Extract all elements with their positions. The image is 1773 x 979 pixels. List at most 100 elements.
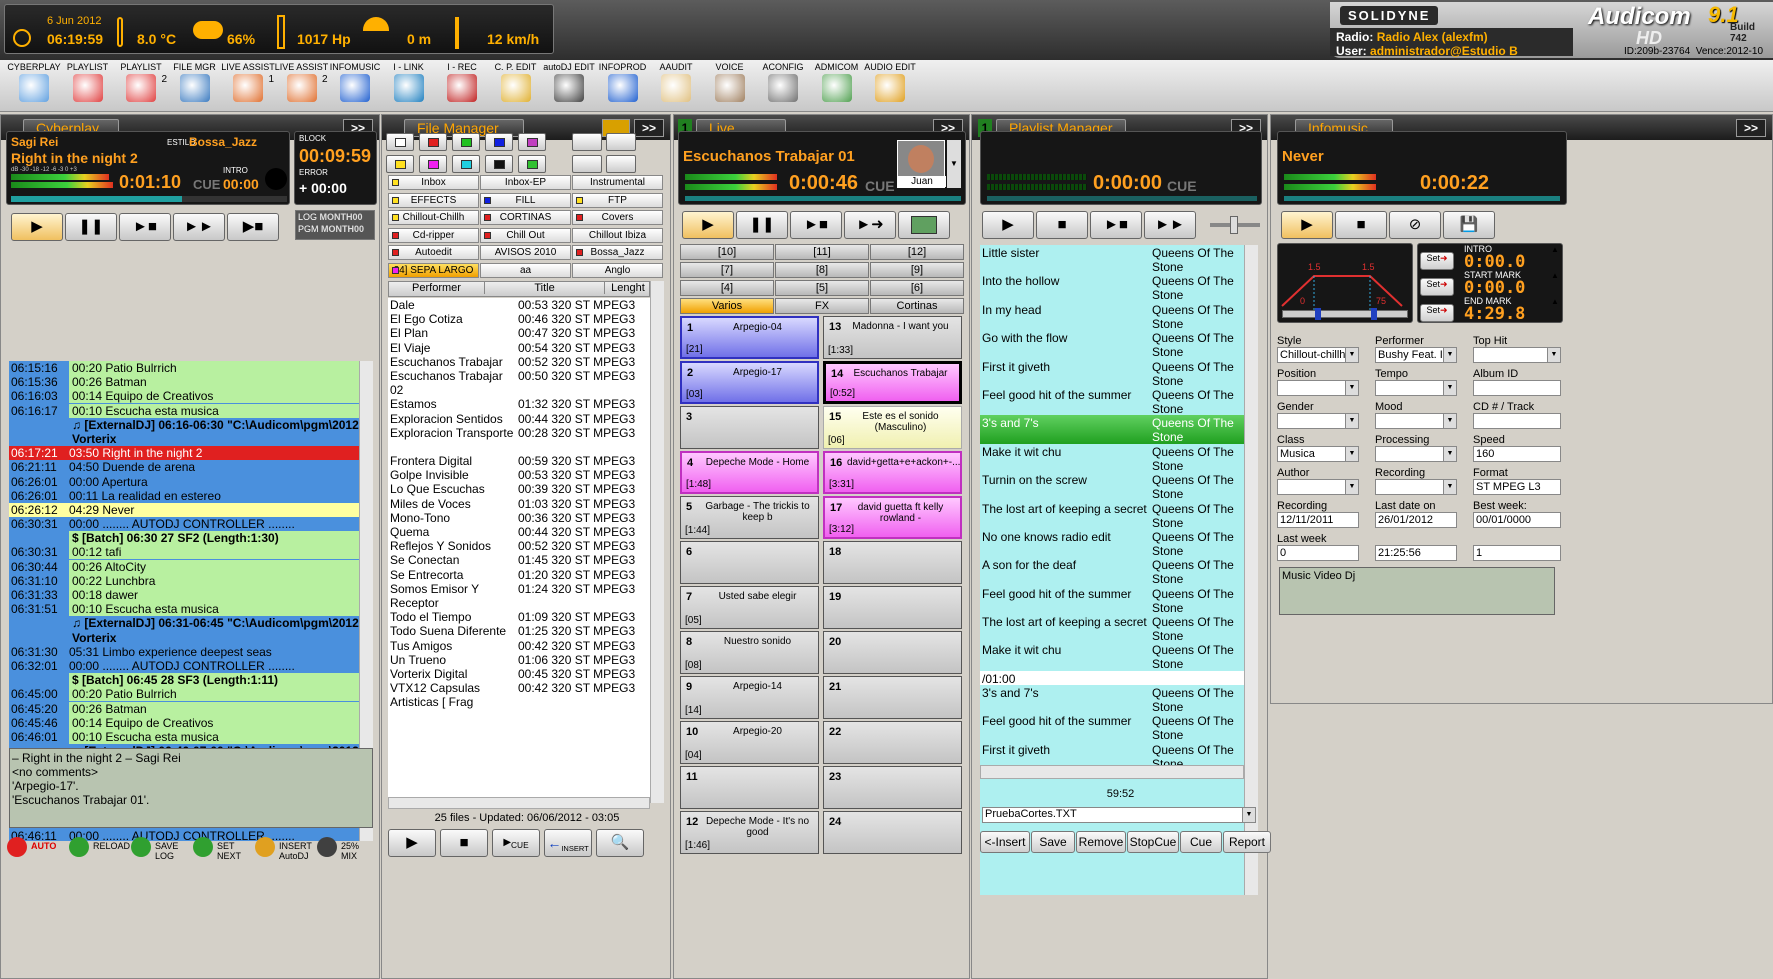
log-row[interactable]: 06:26:12 04:29 Never	[9, 502, 359, 518]
toolbar-audio-edit-button[interactable]: AUDIO EDIT	[860, 62, 920, 102]
category-button[interactable]: Instrumental	[572, 175, 663, 190]
la-screen-button[interactable]	[898, 211, 950, 239]
cart-button[interactable]: 6	[680, 541, 819, 584]
dj-avatar[interactable]: Juan	[897, 140, 946, 188]
log-row[interactable]: 06:45:00 00:20 Patio Bulrrich	[9, 687, 359, 702]
chevron-down-icon[interactable]: ▼	[1345, 447, 1358, 461]
file-row[interactable]: VTX12 Capsulas Artisticas [ Frag 00:42 32…	[388, 681, 650, 709]
category-button[interactable]: CORTINAS	[480, 210, 571, 225]
col-length[interactable]: Lenght	[604, 282, 651, 294]
toolbar-infomusic-button[interactable]: INFOMUSIC	[325, 62, 385, 102]
col-title[interactable]: Title	[484, 282, 604, 294]
cart-button[interactable]: 22	[823, 721, 962, 764]
field-input[interactable]: ▼	[1277, 380, 1359, 396]
cp-save-log-button[interactable]: SAVE LOG	[129, 833, 189, 863]
toolbar-aaudit-button[interactable]: AAUDIT	[646, 62, 706, 102]
playlist-row[interactable]: A son for the deaf Queens Of The Stone	[980, 557, 1244, 586]
log-row[interactable]: 06:16:03 00:14 Equipo de Creativos	[9, 389, 359, 404]
playlist-row[interactable]: Little sister Queens Of The Stone	[980, 245, 1244, 274]
toolbar-autodj-edit-button[interactable]: autoDJ EDIT	[539, 62, 599, 102]
cart-button[interactable]: 12 Depeche Mode - It's no good [1:46]	[680, 811, 819, 854]
log-row[interactable]: 06:45:20 00:26 Batman	[9, 701, 359, 716]
cart-button[interactable]: 3	[680, 406, 819, 449]
playlist-row[interactable]: First it giveth Queens Of The Stone	[980, 359, 1244, 388]
la-progress[interactable]	[685, 196, 961, 201]
pl-progress[interactable]	[987, 196, 1257, 201]
la-stop-skip-button[interactable]: ►■	[790, 211, 842, 239]
cp-reload-button[interactable]: RELOAD	[67, 833, 130, 863]
cart-button[interactable]: 19	[823, 586, 962, 629]
im-play-cue-button[interactable]: ▶	[1281, 211, 1333, 239]
la-play-button[interactable]: ▶	[682, 211, 734, 239]
playlist-row[interactable]: The lost art of keeping a secret Queens O…	[980, 614, 1244, 643]
mark-up-arrow[interactable]: ▲	[1551, 245, 1559, 254]
cart-button[interactable]: 15 Este es el sonido (Masculino) [06]	[823, 406, 962, 449]
cart-page-tab[interactable]: [7]	[680, 262, 774, 278]
stop-button[interactable]: ▶■	[227, 213, 279, 241]
playlist-row[interactable]: /01:00	[980, 670, 1244, 686]
env-end-handle[interactable]	[1371, 308, 1377, 320]
file-row[interactable]: Dale 00:53 320 ST MPEG3	[388, 298, 650, 312]
set-intro-button[interactable]: Set➜	[1420, 252, 1454, 270]
chevron-down-icon[interactable]: ▼	[1345, 480, 1358, 494]
globe-button[interactable]	[606, 133, 636, 151]
file-row[interactable]: Somos Emisor Y Receptor 01:24 320 ST MPEG…	[388, 582, 650, 610]
playlist-cue-button[interactable]: Cue	[1180, 831, 1222, 853]
file-row[interactable]: Todo Suena Diferente 01:25 320 ST MPEG3	[388, 624, 650, 638]
file-row[interactable]: Reflejos Y Sonidos 00:52 320 ST MPEG3	[388, 539, 650, 553]
color-filter-button[interactable]	[386, 133, 414, 151]
field-input[interactable]: ▼	[1277, 413, 1359, 429]
pl-play-button[interactable]: ▶	[982, 211, 1034, 239]
color-filter-button[interactable]	[518, 133, 546, 151]
cart-page-tab[interactable]: Cortinas	[870, 298, 964, 314]
log-row[interactable]: 06:45:46 00:14 Equipo de Creativos	[9, 715, 359, 730]
file-row[interactable]: Exploracion Transporte 00:28 320 ST MPEG3	[388, 426, 650, 454]
log-row[interactable]: $ [Batch] 06:45 28 SF3 (Length:1:11)	[9, 673, 359, 688]
log-row[interactable]: Vorterix	[9, 630, 359, 645]
log-row[interactable]: 06:17:21 03:50 Right in the night 2	[9, 446, 359, 461]
im-notes[interactable]: Music Video Dj	[1279, 567, 1555, 615]
file-row[interactable]: Lo Que Escuchas 00:39 320 ST MPEG3	[388, 482, 650, 496]
color-filter-button[interactable]	[485, 155, 513, 173]
log-row[interactable]: 06:31:30 05:31 Limbo experience deepest s…	[9, 644, 359, 659]
field-input[interactable]: ▼	[1375, 479, 1457, 495]
im-save-button[interactable]: 💾	[1443, 211, 1495, 239]
set-start-button[interactable]: Set➜	[1420, 278, 1454, 296]
cart-page-tab[interactable]: [8]	[775, 262, 869, 278]
category-button[interactable]: Cd-ripper	[388, 227, 479, 243]
field-input[interactable]: Chillout-chillh ▼	[1277, 347, 1359, 363]
log-row[interactable]: 06:31:10 00:22 Lunchbra	[9, 573, 359, 588]
category-button[interactable]: 24] SEPA LARGO	[388, 262, 479, 278]
playlist-row[interactable]: Make it wit chu Queens Of The Stone	[980, 642, 1244, 671]
log-row[interactable]: $ [Batch] 06:30 27 SF2 (Length:1:30)	[9, 531, 359, 546]
pl-volume-thumb[interactable]	[1230, 216, 1238, 234]
file-row[interactable]: Estamos 01:32 320 ST MPEG3	[388, 397, 650, 411]
field-input[interactable]: 160	[1473, 446, 1561, 462]
file-row[interactable]: Frontera Digital 00:59 320 ST MPEG3	[388, 454, 650, 468]
arrow-left-button[interactable]	[572, 155, 602, 173]
chevron-down-icon[interactable]: ▼	[1443, 480, 1456, 494]
im-progress[interactable]	[1284, 196, 1560, 201]
playlist-stopcue-button[interactable]: StopCue	[1127, 831, 1179, 853]
playlist-row[interactable]: 3's and 7's Queens Of The Stone	[980, 685, 1244, 714]
color-filter-button[interactable]	[485, 133, 513, 151]
playlist-row[interactable]: 3's and 7's Queens Of The Stone	[980, 415, 1244, 444]
log-row[interactable]: 06:30:31 00:00 ........ AUTODJ CONTROLLER…	[9, 517, 359, 532]
toolbar-ilink-button[interactable]: I - LINK	[379, 62, 439, 102]
playlist-row[interactable]: The lost art of keeping a secret Queens O…	[980, 501, 1244, 530]
cart-page-tab[interactable]: [6]	[870, 280, 964, 296]
cart-button[interactable]: 20	[823, 631, 962, 674]
category-button[interactable]: Chillout-Chillh	[388, 210, 479, 225]
file-row[interactable]: Exploracion Sentidos 00:44 320 ST MPEG3	[388, 412, 650, 426]
color-filter-button[interactable]	[452, 155, 480, 173]
field-input[interactable]: ▼	[1375, 413, 1457, 429]
chevron-down-icon[interactable]: ▼	[1443, 348, 1456, 362]
cart-page-tab[interactable]: [5]	[775, 280, 869, 296]
toolbar-live-assist2-button[interactable]: LIVE ASSIST 2	[272, 62, 332, 102]
category-button[interactable]: Anglo	[572, 262, 663, 278]
playlist-row[interactable]: Into the hollow Queens Of The Stone	[980, 273, 1244, 302]
field-input[interactable]: 00/01/0000	[1473, 512, 1561, 528]
cart-button[interactable]: 7 Usted sabe elegir [05]	[680, 586, 819, 629]
playlist-row[interactable]: Feel good hit of the summer Queens Of The…	[980, 387, 1244, 416]
log-row[interactable]: 06:15:16 00:20 Patio Bulrrich	[9, 361, 359, 376]
